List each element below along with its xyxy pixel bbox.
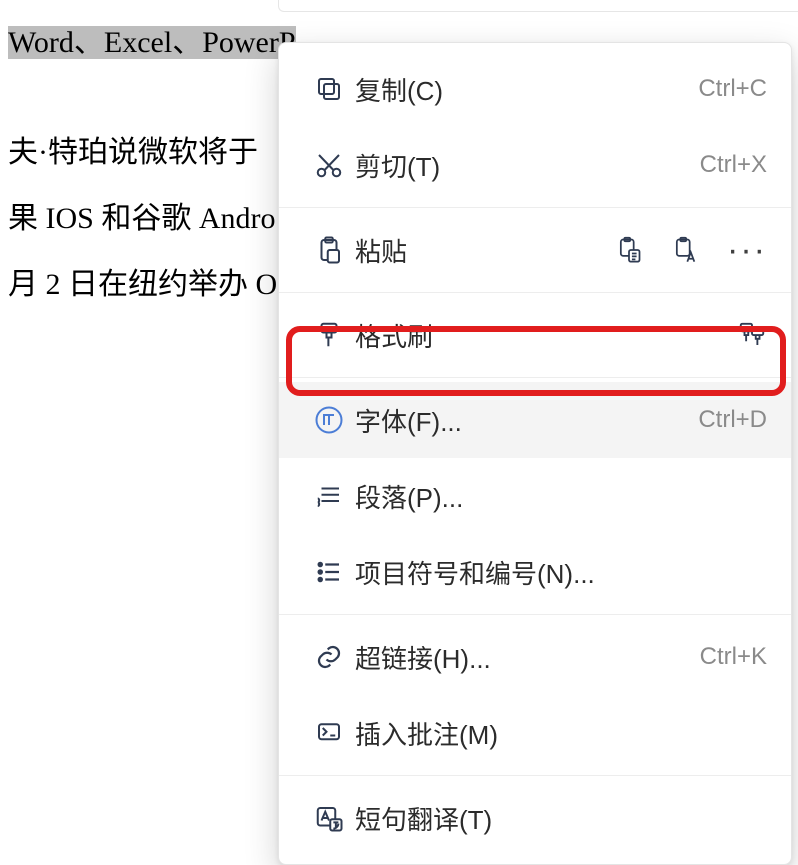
menu-shortcut: Ctrl+K — [700, 643, 767, 671]
comment-icon — [303, 718, 355, 748]
menu-label: 段落(P)... — [355, 478, 767, 515]
menu-item-paste[interactable]: 粘贴 ··· — [279, 212, 791, 288]
menu-divider — [279, 292, 791, 293]
document-body: Word、Excel、PowerP 夫·特珀说微软将于 果 IOS 和谷歌 An… — [0, 0, 296, 318]
floating-toolbar[interactable] — [278, 0, 798, 12]
translate-icon — [303, 803, 355, 833]
menu-label: 短句翻译(T) — [355, 800, 767, 837]
menu-item-font[interactable]: 字体(F)... Ctrl+D — [279, 382, 791, 458]
link-icon — [303, 642, 355, 672]
menu-divider — [279, 614, 791, 615]
format-painter-double-icon[interactable] — [737, 320, 767, 350]
bullets-icon — [303, 557, 355, 587]
doc-line: 夫·特珀说微软将于 — [8, 120, 296, 186]
menu-shortcut: Ctrl+X — [700, 151, 767, 179]
paste-format-icon[interactable] — [671, 236, 699, 264]
menu-item-paragraph[interactable]: 段落(P)... — [279, 458, 791, 534]
doc-line: 果 IOS 和谷歌 Andro — [8, 186, 296, 252]
copy-icon — [303, 74, 355, 104]
menu-item-translate[interactable]: 短句翻译(T) — [279, 780, 791, 856]
menu-item-comment[interactable]: 插入批注(M) — [279, 695, 791, 771]
menu-label: 项目符号和编号(N)... — [355, 554, 767, 591]
menu-item-hyperlink[interactable]: 超链接(H)... Ctrl+K — [279, 619, 791, 695]
format-painter-icon — [303, 320, 355, 350]
menu-shortcut: Ctrl+D — [698, 406, 767, 434]
menu-label: 复制(C) — [355, 71, 688, 108]
context-menu: 复制(C) Ctrl+C 剪切(T) Ctrl+X 粘贴 — [278, 42, 792, 865]
menu-shortcut: Ctrl+C — [698, 75, 767, 103]
menu-item-copy[interactable]: 复制(C) Ctrl+C — [279, 51, 791, 127]
menu-label: 插入批注(M) — [355, 715, 767, 752]
menu-label: 字体(F)... — [355, 402, 688, 439]
paste-text-icon[interactable] — [615, 236, 643, 264]
selected-text: Word、Excel、PowerP — [8, 26, 296, 59]
menu-label: 剪切(T) — [355, 147, 690, 184]
menu-label: 格式刷 — [355, 317, 737, 354]
menu-label: 粘贴 — [355, 232, 615, 269]
scissors-icon — [303, 150, 355, 180]
font-icon — [303, 405, 355, 435]
menu-divider — [279, 207, 791, 208]
menu-item-format-painter[interactable]: 格式刷 — [279, 297, 791, 373]
paragraph-icon — [303, 481, 355, 511]
menu-item-bullets[interactable]: 项目符号和编号(N)... — [279, 534, 791, 610]
menu-divider — [279, 775, 791, 776]
menu-divider — [279, 377, 791, 378]
menu-label: 超链接(H)... — [355, 639, 690, 676]
paste-icon — [303, 235, 355, 265]
doc-line: 月 2 日在纽约举办 O — [8, 252, 296, 318]
menu-item-cut[interactable]: 剪切(T) Ctrl+X — [279, 127, 791, 203]
